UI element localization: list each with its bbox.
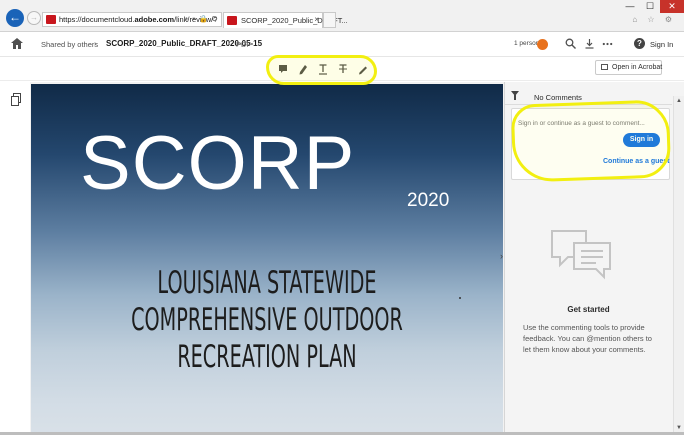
panel-scrollbar[interactable]: ▲ ▼ bbox=[673, 96, 684, 433]
cover-speck bbox=[459, 297, 461, 299]
breadcrumb-shared-by-others[interactable]: Shared by others bbox=[41, 40, 98, 49]
help-icon[interactable]: ? bbox=[634, 38, 645, 49]
adobe-favicon-icon bbox=[227, 16, 237, 25]
minimize-button[interactable]: — bbox=[620, 0, 640, 13]
get-started-title: Get started bbox=[567, 305, 610, 314]
cover-subtitle-line-1: LOUISIANA STATEWIDE bbox=[157, 265, 377, 301]
header-sign-in-link[interactable]: Sign In bbox=[650, 40, 673, 49]
browser-chrome: ← → https://documentcloud.adobe.com/link… bbox=[0, 0, 684, 32]
sticky-note-icon[interactable] bbox=[276, 62, 290, 76]
adobe-favicon-icon bbox=[46, 15, 56, 24]
search-icon[interactable] bbox=[565, 38, 576, 49]
browser-toolbar-icons[interactable]: ⌂ ☆ ⚙ bbox=[632, 15, 676, 24]
draw-pencil-icon[interactable] bbox=[356, 62, 370, 76]
panel-divider bbox=[505, 104, 672, 105]
annotation-toolbar: Open in Acrobat bbox=[0, 57, 684, 81]
title-separator: · bbox=[228, 39, 231, 48]
cover-year: 2020 bbox=[407, 190, 450, 211]
filter-icon[interactable] bbox=[511, 91, 519, 100]
open-in-acrobat-button[interactable]: Open in Acrobat bbox=[595, 60, 662, 75]
back-arrow-icon[interactable]: ← bbox=[6, 9, 24, 27]
window-close-button[interactable]: ✕ bbox=[660, 0, 684, 13]
tab-close-icon[interactable]: × bbox=[314, 15, 319, 24]
document-type: PDF bbox=[236, 40, 251, 49]
maximize-button[interactable]: ☐ bbox=[640, 0, 660, 13]
people-count[interactable]: 1 person bbox=[514, 40, 539, 47]
strikethrough-text-icon[interactable] bbox=[336, 62, 350, 76]
app-header: Shared by others › SCORP_2020_Public_DRA… bbox=[0, 32, 684, 57]
download-icon[interactable] bbox=[584, 38, 595, 49]
scroll-up-icon[interactable]: ▲ bbox=[676, 98, 682, 104]
home-icon[interactable] bbox=[11, 38, 23, 49]
monitor-icon bbox=[601, 64, 608, 70]
sign-in-button[interactable]: Sign in bbox=[623, 133, 660, 147]
people-badge-icon[interactable] bbox=[537, 39, 548, 50]
address-bar[interactable]: https://documentcloud.adobe.com/link/rev… bbox=[42, 12, 222, 27]
collapse-panel-icon[interactable]: › bbox=[500, 251, 503, 261]
comments-header: No Comments bbox=[534, 93, 582, 102]
open-in-acrobat-label: Open in Acrobat bbox=[612, 64, 663, 71]
pdf-cover-page: SCORP 2020 LOUISIANA STATEWIDE COMPREHEN… bbox=[31, 84, 503, 435]
window-controls: — ☐ ✕ bbox=[620, 0, 684, 14]
forward-arrow-icon[interactable]: → bbox=[27, 11, 41, 25]
address-controls[interactable]: ⌕ ▾ 🔒 C bbox=[185, 15, 218, 24]
left-rail bbox=[0, 82, 30, 435]
comment-bubbles-icon bbox=[551, 230, 611, 280]
more-options-icon[interactable] bbox=[602, 38, 613, 49]
cover-subtitle-line-3: RECREATION PLAN bbox=[177, 339, 357, 375]
cover-subtitle-line-2: COMPREHENSIVE OUTDOOR bbox=[131, 302, 403, 338]
breadcrumb-separator: › bbox=[94, 39, 97, 48]
comment-input[interactable] bbox=[518, 120, 664, 127]
new-tab-button[interactable] bbox=[323, 12, 336, 28]
cover-title: SCORP bbox=[80, 121, 356, 206]
scroll-down-icon[interactable]: ▼ bbox=[676, 425, 682, 431]
browser-tab-active[interactable]: SCORP_2020_Public_DRAFT... × bbox=[223, 12, 348, 28]
get-started-hint: Use the commenting tools to provide feed… bbox=[523, 323, 652, 354]
comment-signin-card: Sign in Continue as a guest bbox=[511, 108, 670, 180]
continue-as-guest-link[interactable]: Continue as a guest bbox=[603, 158, 670, 165]
page-thumbnails-icon[interactable] bbox=[11, 93, 21, 106]
highlight-pen-icon[interactable] bbox=[296, 62, 310, 76]
comments-panel: No Comments ▲ ▼ Sign in Continue as a gu… bbox=[504, 82, 684, 435]
underline-text-icon[interactable] bbox=[316, 62, 330, 76]
document-viewer: SCORP 2020 LOUISIANA STATEWIDE COMPREHEN… bbox=[30, 82, 504, 435]
